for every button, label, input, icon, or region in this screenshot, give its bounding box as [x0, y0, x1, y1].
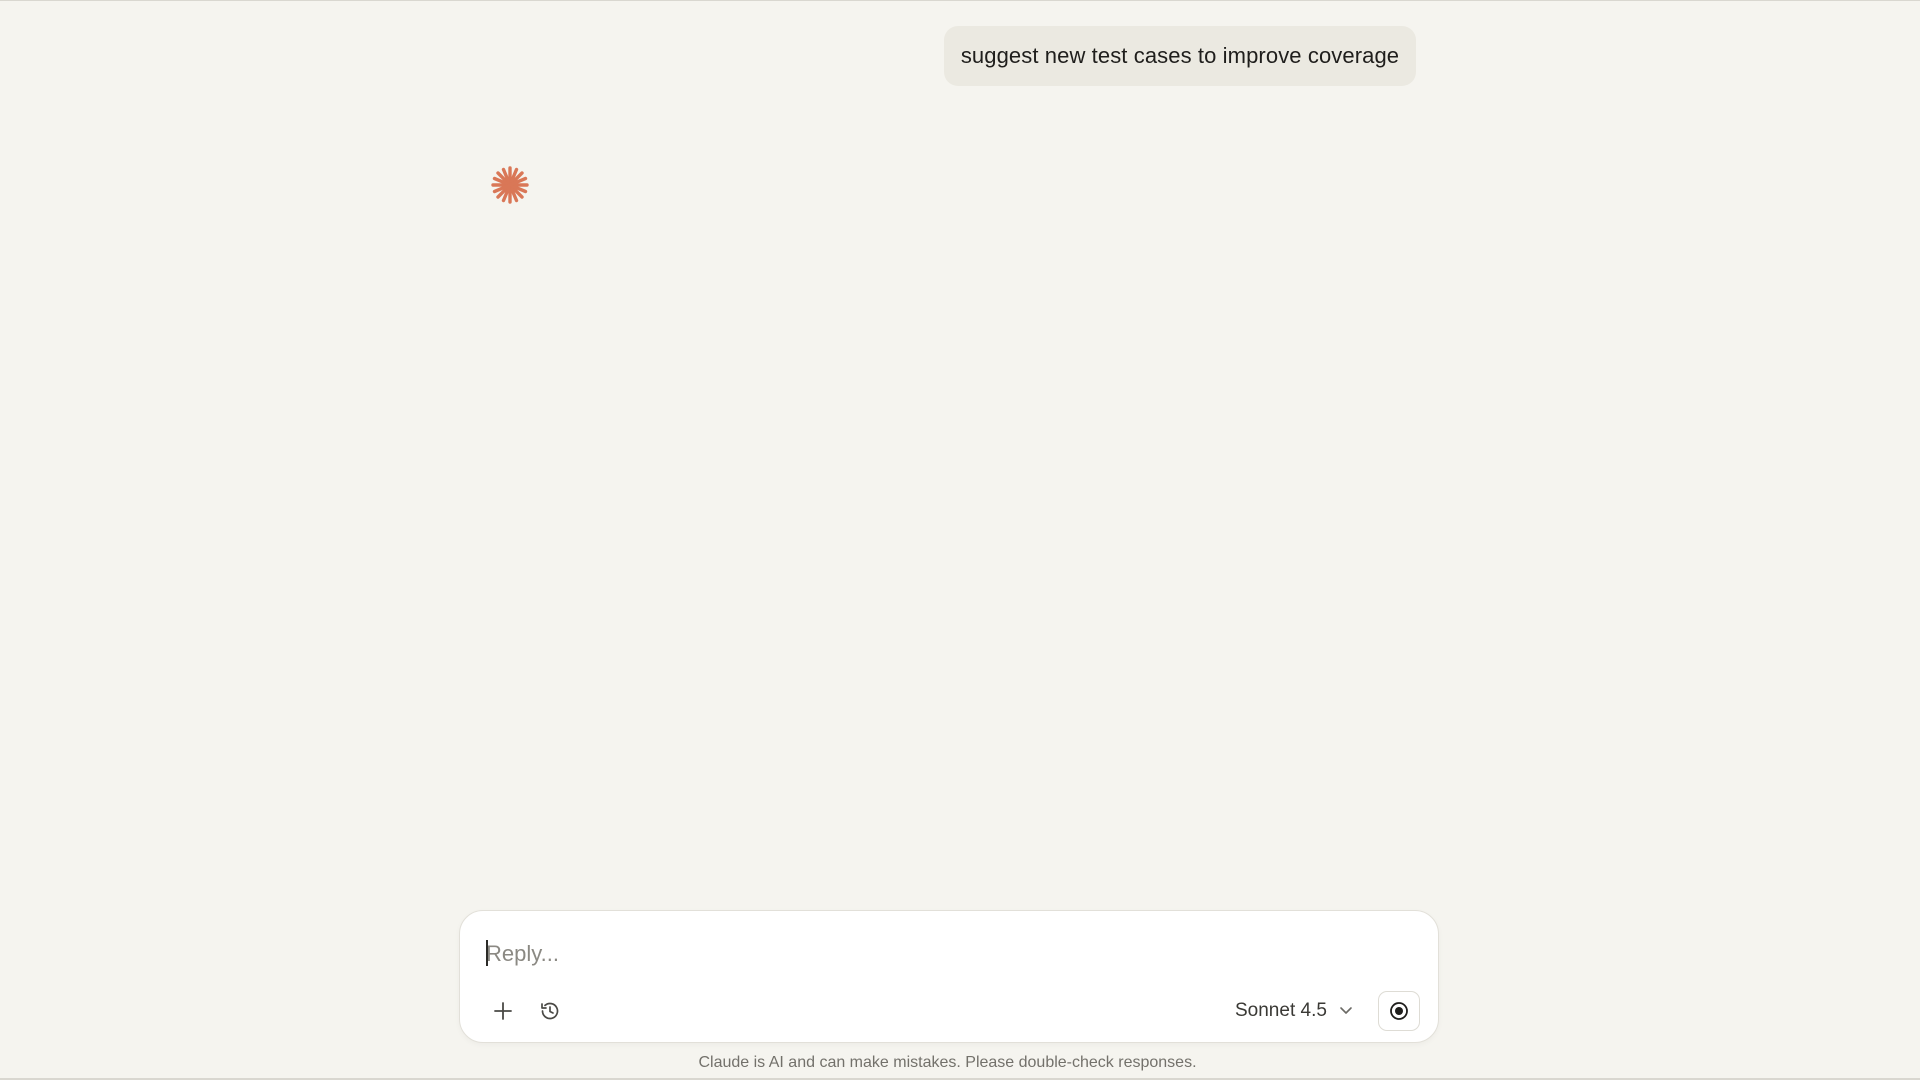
user-message-text: suggest new test cases to improve covera… [960, 43, 1400, 68]
plus-icon [494, 1002, 512, 1020]
add-attachment-button[interactable] [486, 994, 520, 1028]
clock-icon [541, 1002, 559, 1020]
chevron-down-icon [1340, 1007, 1352, 1014]
disclaimer-text: Claude is AI and can make mistakes. Plea… [698, 1054, 1197, 1071]
text-caret [486, 940, 488, 966]
chat-page: suggest new test cases to improve covera… [0, 0, 1920, 1080]
history-button[interactable] [533, 994, 567, 1028]
model-selector[interactable]: Sonnet 4.5 [1235, 995, 1353, 1027]
claude-spark-icon [491, 166, 529, 204]
top-divider [0, 0, 1920, 1]
reply-input[interactable] [486, 937, 1386, 971]
voice-mode-button[interactable] [1378, 991, 1420, 1031]
reply-composer: Sonnet 4.5 [459, 910, 1439, 1043]
user-message-bubble: suggest new test cases to improve covera… [944, 26, 1416, 86]
record-icon [1390, 1002, 1408, 1020]
model-label: Sonnet 4.5 [1235, 1000, 1327, 1021]
